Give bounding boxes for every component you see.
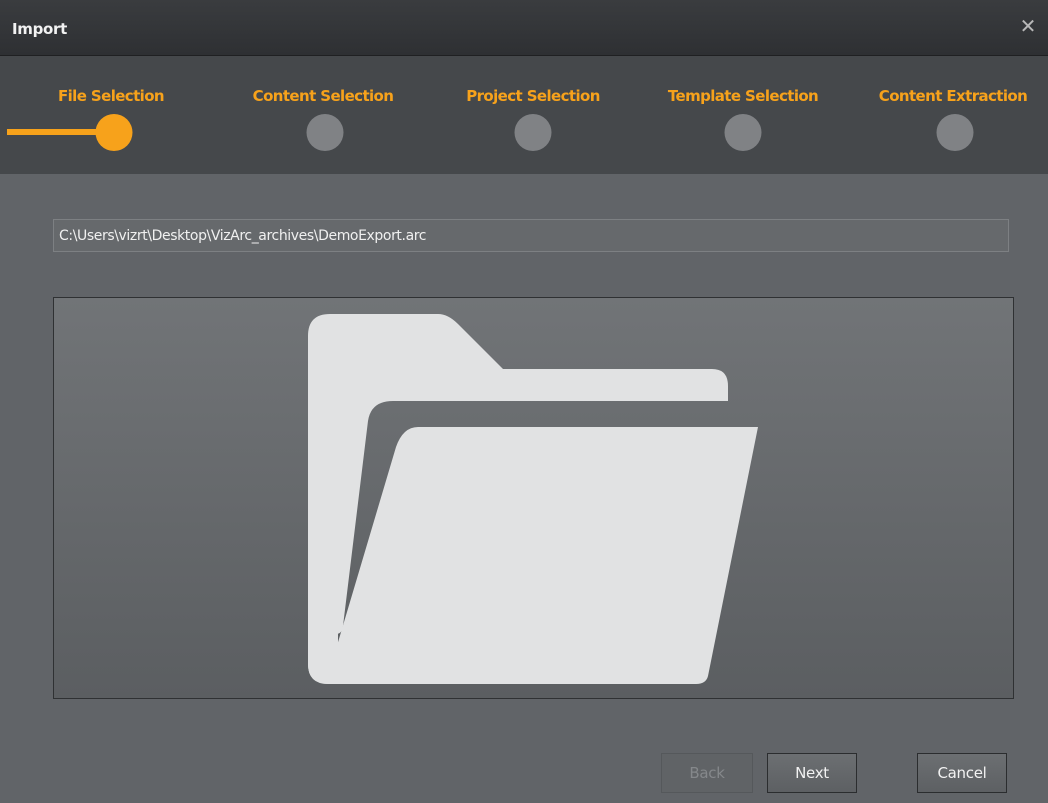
close-icon[interactable]: ✕ <box>1016 14 1040 38</box>
step-content-extraction-label: Content Extraction <box>878 87 1028 105</box>
title-bar: Import ✕ <box>0 0 1048 56</box>
file-drop-area[interactable] <box>53 297 1014 699</box>
step-content-selection-label: Content Selection <box>252 87 394 105</box>
step-file-selection-label: File Selection <box>57 87 165 105</box>
back-button[interactable]: Back <box>661 753 753 793</box>
step-content-selection-dot <box>306 114 344 151</box>
step-template-selection-dot <box>724 114 762 151</box>
cancel-button[interactable]: Cancel <box>917 753 1007 793</box>
wizard-steps: File Selection Content Selection Project… <box>0 56 1048 174</box>
step-file-selection-dot <box>95 114 133 151</box>
step-project-selection-dot <box>514 114 552 151</box>
step-content-extraction-dot <box>936 114 974 151</box>
file-path-field[interactable]: C:\Users\vizrt\Desktop\VizArc_archives\D… <box>53 219 1009 252</box>
step-template-selection-label: Template Selection <box>667 87 819 105</box>
next-button[interactable]: Next <box>767 753 857 793</box>
step-project-selection-label: Project Selection <box>466 87 600 105</box>
dialog-title: Import <box>12 20 68 38</box>
folder-icon <box>308 314 758 684</box>
import-dialog: Import ✕ File Selection Content Selectio… <box>0 0 1048 803</box>
